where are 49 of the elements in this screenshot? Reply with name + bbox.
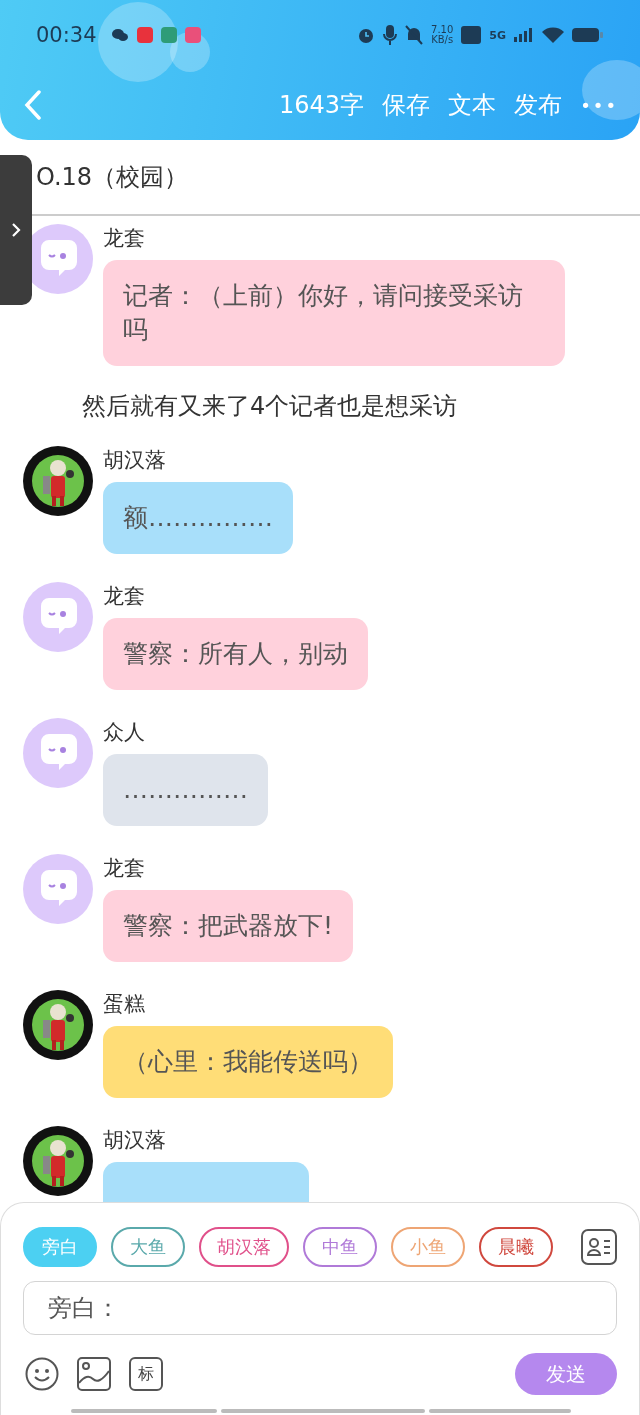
role-chip[interactable]: 中鱼	[303, 1227, 377, 1267]
role-chip[interactable]: 大鱼	[111, 1227, 185, 1267]
wifi-icon	[542, 27, 564, 43]
app-icon	[160, 27, 177, 43]
speech-bubble-avatar-icon	[23, 582, 93, 652]
speech-bubble-avatar-icon	[23, 854, 93, 924]
speaker-name: 众人	[103, 720, 145, 744]
microphone-icon	[383, 25, 398, 45]
decorative-bubble	[582, 60, 640, 120]
message-bubble: 额……………	[103, 482, 293, 554]
role-chip[interactable]: 小鱼	[391, 1227, 465, 1267]
alarm-icon	[357, 26, 376, 44]
narration-text: 然后就有又来了4个记者也是想采访	[81, 391, 459, 422]
battery-icon	[572, 27, 604, 43]
network-speed: 7.10 KB/s	[431, 25, 454, 45]
speaker-name: 蛋糕	[103, 992, 145, 1016]
speaker-name: 龙套	[103, 856, 145, 880]
clock-time: 00:34	[36, 23, 97, 47]
role-chip[interactable]: 晨曦	[479, 1227, 553, 1267]
toolbar-action[interactable]: 文本	[448, 89, 497, 121]
message-bubble: 记者：（上前）你好，请问接受采访吗	[103, 260, 565, 366]
app-icon	[184, 27, 201, 43]
muted-bell-icon	[405, 25, 424, 45]
speech-bubble-avatar-icon	[23, 718, 93, 788]
speaker-name: 龙套	[103, 584, 145, 608]
tag-button[interactable]: 标	[129, 1357, 163, 1391]
role-chip[interactable]: 胡汉落	[199, 1227, 289, 1267]
message-bubble: ……………	[103, 754, 268, 826]
more-button[interactable]: •••	[580, 94, 618, 116]
message-bubble: （心里：我能传送吗）	[103, 1026, 393, 1098]
speaker-name: 胡汉落	[103, 448, 166, 472]
toolbar-action[interactable]: 发布	[514, 89, 563, 121]
message-bubble: 警察：所有人，别动	[103, 618, 368, 690]
signal-icon	[514, 28, 534, 42]
smiley-icon[interactable]	[25, 1357, 59, 1391]
message-input[interactable]: 旁白：	[23, 1281, 617, 1335]
speaker-name: 胡汉落	[103, 1128, 166, 1152]
network-type: 5G	[489, 28, 506, 42]
image-icon[interactable]	[77, 1357, 111, 1391]
message-bubble: 警察：把武器放下!	[103, 890, 354, 962]
role-chip[interactable]: 旁白	[23, 1227, 97, 1267]
contact-card-icon[interactable]	[581, 1229, 617, 1265]
toolbar-action[interactable]: 保存	[382, 89, 431, 121]
word-count: 1643字	[279, 90, 365, 121]
send-button[interactable]: 发送	[515, 1353, 617, 1395]
speaker-name: 龙套	[103, 226, 145, 250]
chevron-right-icon[interactable]	[11, 222, 21, 238]
app-icon	[136, 27, 153, 43]
chat-app-icon	[110, 28, 129, 42]
